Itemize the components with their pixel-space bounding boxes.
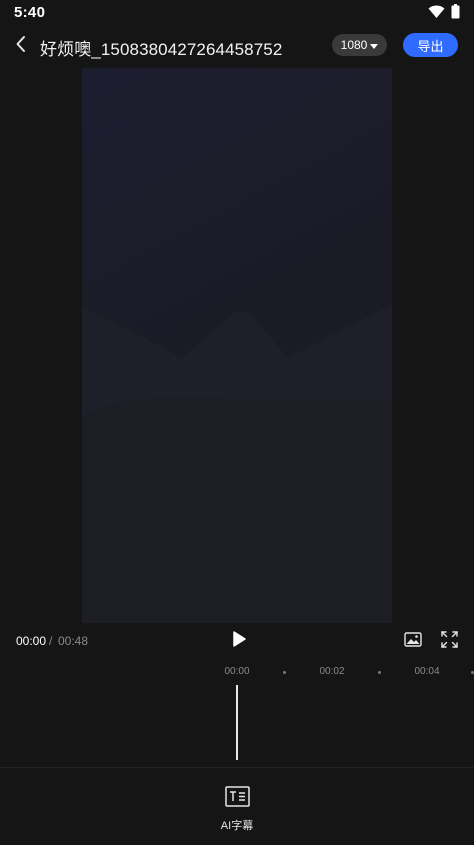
status-time: 5:40 bbox=[14, 4, 46, 21]
tick-label: 00:02 bbox=[319, 666, 345, 677]
chevron-left-icon bbox=[15, 35, 27, 58]
playhead[interactable] bbox=[236, 685, 238, 760]
total-time: 00:48 bbox=[58, 634, 89, 648]
text-subtitle-icon bbox=[224, 786, 250, 812]
image-icon bbox=[404, 632, 422, 652]
playback-controls: 00:00 / 00:48 bbox=[0, 626, 474, 656]
video-preview[interactable] bbox=[82, 68, 392, 623]
back-button[interactable] bbox=[10, 34, 32, 58]
timeline-ruler[interactable]: 00:00 00:02 00:04 bbox=[0, 662, 474, 684]
fullscreen-icon bbox=[440, 631, 458, 653]
status-icons bbox=[428, 4, 460, 24]
wifi-icon bbox=[428, 4, 445, 24]
resolution-label: 1080 bbox=[340, 38, 368, 52]
project-title: 好烦噢_1508380427264458752 bbox=[40, 40, 283, 59]
ai-subtitle-label: AI字幕 bbox=[220, 820, 254, 832]
export-label: 导出 bbox=[417, 38, 444, 54]
caret-down-icon bbox=[370, 38, 379, 52]
tick-label: 00:04 bbox=[414, 666, 440, 677]
status-bar: 5:40 bbox=[0, 0, 474, 26]
time-separator: / bbox=[49, 634, 53, 648]
tick-dot bbox=[283, 671, 286, 674]
play-button[interactable] bbox=[228, 630, 250, 652]
export-button[interactable]: 导出 bbox=[403, 33, 458, 57]
resolution-dropdown[interactable]: 1080 bbox=[332, 34, 387, 56]
tick-label: 00:00 bbox=[224, 666, 250, 677]
battery-icon bbox=[451, 4, 460, 24]
video-frame bbox=[82, 68, 392, 623]
play-icon bbox=[232, 630, 246, 652]
editor-header: 好烦噢_1508380427264458752 1080 导出 bbox=[0, 28, 474, 64]
bottom-toolbar: AI字幕 bbox=[0, 767, 474, 845]
ai-subtitle-button[interactable]: AI字幕 bbox=[212, 786, 262, 832]
cover-image-button[interactable] bbox=[402, 631, 424, 653]
fullscreen-button[interactable] bbox=[438, 631, 460, 653]
tick-dot bbox=[378, 671, 381, 674]
current-time: 00:00 bbox=[16, 634, 47, 648]
